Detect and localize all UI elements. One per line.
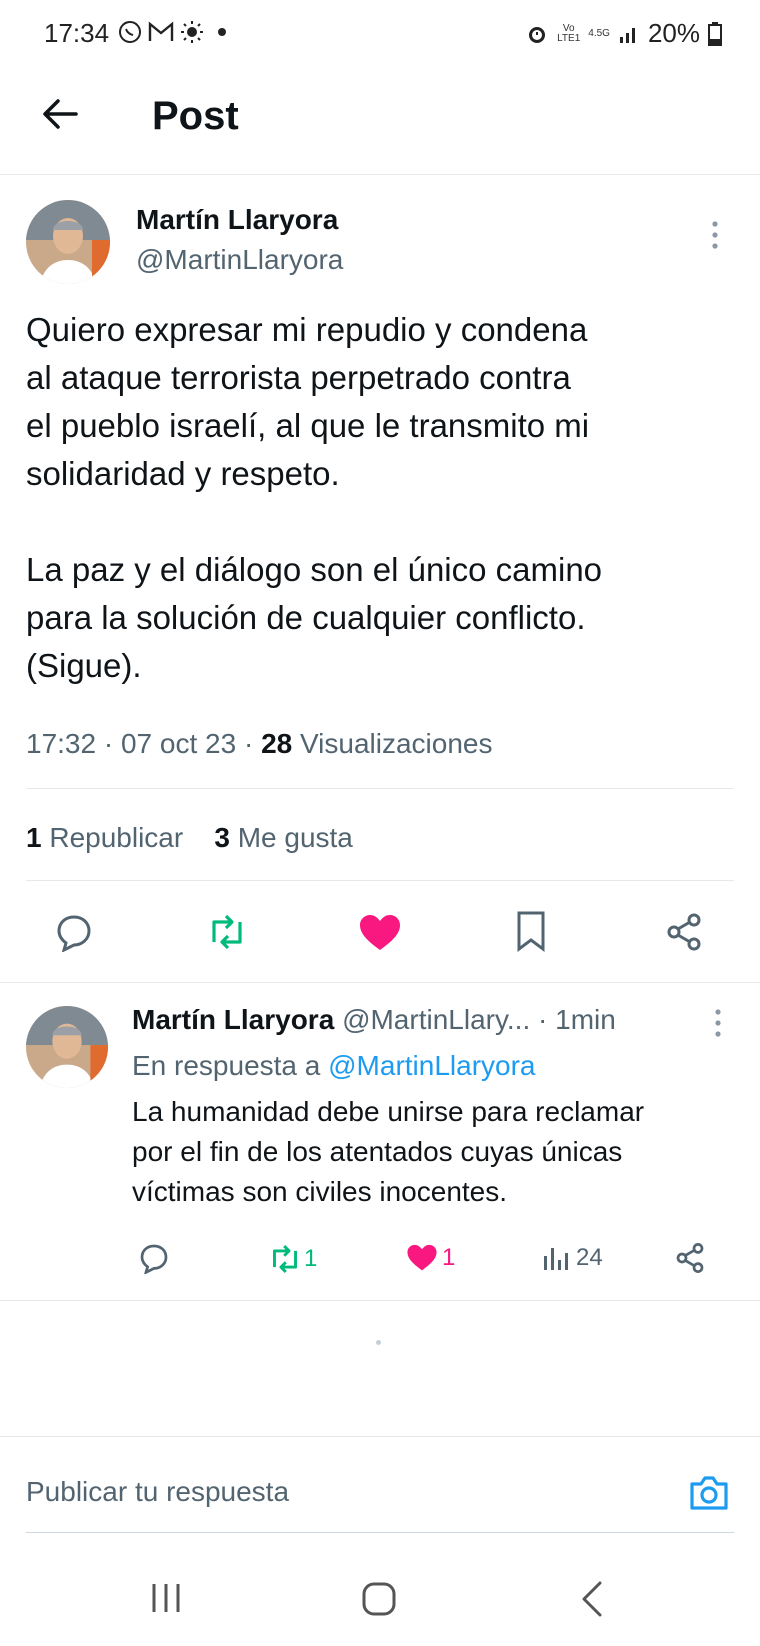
reply-repost-icon <box>273 1245 297 1273</box>
status-right-group: Vo LTE1 4.5G 20% <box>525 18 722 49</box>
camera-icon[interactable] <box>688 1474 730 1512</box>
avatar-image <box>26 200 110 284</box>
meta-divider <box>26 788 734 789</box>
reply-more-options-icon[interactable] <box>714 1008 722 1038</box>
composer-top-divider <box>0 1436 760 1437</box>
recent-apps-icon[interactable] <box>148 1582 184 1614</box>
reply-author-name[interactable]: Martín Llaryora <box>132 1004 334 1035</box>
bookmark-icon[interactable] <box>516 910 546 952</box>
reply-share-icon[interactable] <box>674 1242 706 1274</box>
signal-icon <box>619 27 635 43</box>
reply-header: Martín Llaryora @MartinLlary... · 1min <box>132 1004 616 1036</box>
repost-icon[interactable] <box>206 914 248 950</box>
likes-stat[interactable]: 3 Me gusta <box>214 822 353 853</box>
reply-divider <box>0 1300 760 1301</box>
avatar[interactable] <box>26 200 110 284</box>
reply-input[interactable]: Publicar tu respuesta <box>26 1476 289 1508</box>
reply-like-button[interactable]: 1 <box>406 1244 455 1272</box>
views-count: 28 <box>261 728 293 759</box>
engagement-stats: 1 Republicar 3 Me gusta <box>26 822 353 854</box>
reply-like-icon <box>407 1244 437 1271</box>
reposts-count: 1 <box>26 822 42 853</box>
status-notification-icons <box>118 20 230 44</box>
nav-back-icon[interactable] <box>580 1580 604 1618</box>
status-time: 17:34 <box>44 18 110 48</box>
post-time: 17:32 <box>26 728 97 759</box>
battery-percent: 20% <box>647 18 700 48</box>
composer-underline <box>26 1532 734 1533</box>
likes-label: Me gusta <box>237 822 353 853</box>
alarm-icon <box>529 26 546 43</box>
reply-author-handle[interactable]: @MartinLlary... <box>342 1004 530 1035</box>
stats-divider <box>26 880 734 881</box>
reply-time: · 1min <box>538 1004 616 1035</box>
reply-icon[interactable] <box>54 912 94 952</box>
views-chart-icon <box>544 1248 568 1270</box>
volte-icon: Vo LTE1 <box>557 22 581 44</box>
in-reply-to: En respuesta a @MartinLlaryora <box>132 1050 536 1082</box>
reply-repost-count: 1 <box>304 1245 318 1272</box>
share-icon[interactable] <box>664 912 704 952</box>
loading-indicator <box>376 1340 381 1345</box>
battery-icon <box>708 21 722 46</box>
more-options-icon[interactable] <box>710 220 720 250</box>
back-arrow-icon[interactable] <box>40 94 80 134</box>
reply-like-count: 1 <box>442 1244 456 1271</box>
gmail-icon <box>148 21 174 41</box>
reply-views-button[interactable]: 24 <box>542 1244 603 1272</box>
reply-avatar-image <box>26 1006 108 1088</box>
reply-views-count: 24 <box>576 1244 603 1271</box>
home-icon[interactable] <box>362 1582 396 1616</box>
reply-reply-icon[interactable] <box>138 1242 170 1274</box>
post-date: 07 oct 23 <box>120 728 237 759</box>
author-name[interactable]: Martín Llaryora <box>136 204 338 236</box>
reposts-stat[interactable]: 1 Republicar <box>26 822 183 853</box>
page-title: Post <box>152 94 239 138</box>
post-text: Quiero expresar mi repudio y condena al … <box>26 311 603 684</box>
reposts-label: Republicar <box>49 822 184 853</box>
header-divider <box>0 174 760 175</box>
sun-icon <box>181 21 203 43</box>
dot-icon <box>218 28 226 36</box>
post-meta: 17:32 · 07 oct 23 · 28 Visualizaciones <box>26 728 493 759</box>
likes-count: 3 <box>214 822 230 853</box>
network-type: 4.5G <box>588 27 610 39</box>
like-icon[interactable] <box>358 914 402 952</box>
in-reply-handle[interactable]: @MartinLlaryora <box>328 1050 535 1081</box>
author-handle[interactable]: @MartinLlaryora <box>136 244 343 276</box>
reply-text: La humanidad debe unirse para reclamar p… <box>132 1096 645 1207</box>
whatsapp-icon <box>119 21 141 43</box>
post-divider <box>0 982 760 983</box>
reply-repost-button[interactable]: 1 <box>268 1244 317 1274</box>
views-label: Visualizaciones <box>300 728 493 759</box>
reply-avatar[interactable] <box>26 1006 108 1088</box>
in-reply-prefix: En respuesta a <box>132 1050 321 1081</box>
